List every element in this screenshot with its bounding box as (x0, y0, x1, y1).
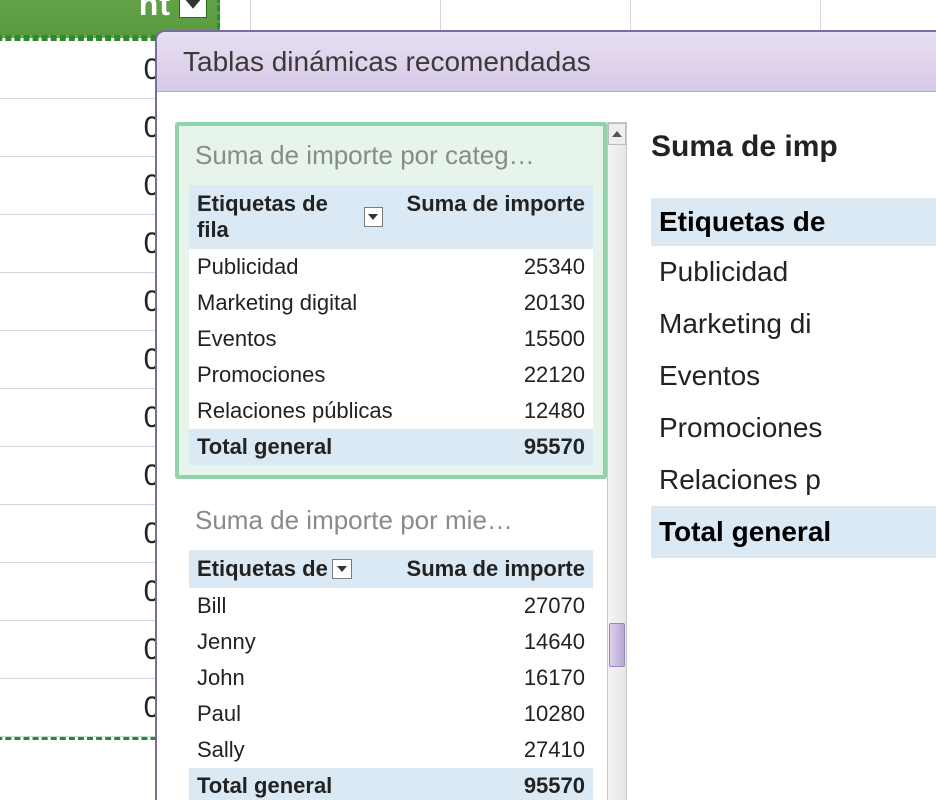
row-value: 22120 (409, 362, 585, 388)
pivot-preview: Etiquetas de Suma de importe Bill27070 J… (189, 550, 593, 800)
pivot-preview: Etiquetas de fila Suma de importe Public… (189, 185, 593, 465)
preview-row-header: Etiquetas de (651, 198, 936, 246)
preview-row: Relaciones p (651, 454, 936, 506)
preview-row: Eventos (651, 350, 936, 402)
row-label: Sally (197, 737, 409, 763)
row-labels-header: Etiquetas de fila (197, 191, 360, 243)
recommended-pivottables-dialog: Tablas dinámicas recomendadas Suma de im… (155, 30, 936, 800)
row-label: Promociones (197, 362, 409, 388)
row-value: 10280 (409, 701, 585, 727)
dropdown-icon[interactable] (364, 207, 383, 227)
pivot-thumbnail-1[interactable]: Suma de importe por categ… Etiquetas de … (175, 122, 607, 479)
row-label: John (197, 665, 409, 691)
row-value: 25340 (409, 254, 585, 280)
preview-title: Suma de imp (651, 130, 936, 198)
pivot-large-preview: Suma de imp Etiquetas de Publicidad Mark… (627, 122, 936, 800)
thumbnails-list: Suma de importe por categ… Etiquetas de … (175, 122, 607, 800)
thumbnail-title: Suma de importe por mie… (189, 499, 593, 550)
dialog-title: Tablas dinámicas recomendadas (183, 46, 591, 78)
row-label: Marketing digital (197, 290, 409, 316)
total-value: 95570 (409, 434, 585, 460)
row-label: Eventos (197, 326, 409, 352)
preview-row: Publicidad (651, 246, 936, 298)
pivot-thumbnail-2[interactable]: Suma de importe por mie… Etiquetas de Su… (175, 487, 607, 800)
total-value: 95570 (409, 773, 585, 799)
thumbnail-title: Suma de importe por categ… (189, 134, 593, 185)
total-label: Total general (197, 773, 409, 799)
row-label: Bill (197, 593, 409, 619)
row-label: Jenny (197, 629, 409, 655)
thumbnails-scrollbar[interactable] (607, 122, 627, 800)
row-value: 27410 (409, 737, 585, 763)
row-value: 27070 (409, 593, 585, 619)
row-value: 20130 (409, 290, 585, 316)
row-label: Relaciones públicas (197, 398, 409, 424)
scroll-up-icon[interactable] (608, 123, 626, 145)
row-label: Publicidad (197, 254, 409, 280)
preview-row: Promociones (651, 402, 936, 454)
preview-total: Total general (651, 506, 936, 558)
row-labels-header: Etiquetas de (197, 556, 328, 582)
preview-row: Marketing di (651, 298, 936, 350)
row-value: 12480 (409, 398, 585, 424)
values-header: Suma de importe (391, 550, 593, 588)
values-header: Suma de importe (391, 185, 593, 249)
scroll-thumb[interactable] (609, 623, 625, 667)
row-value: 14640 (409, 629, 585, 655)
row-label: Paul (197, 701, 409, 727)
column-header-text: nt (139, 0, 171, 23)
row-value: 15500 (409, 326, 585, 352)
total-label: Total general (197, 434, 409, 460)
dialog-titlebar[interactable]: Tablas dinámicas recomendadas (157, 32, 936, 92)
filter-dropdown-icon[interactable] (179, 0, 207, 18)
row-value: 16170 (409, 665, 585, 691)
dropdown-icon[interactable] (332, 559, 352, 579)
